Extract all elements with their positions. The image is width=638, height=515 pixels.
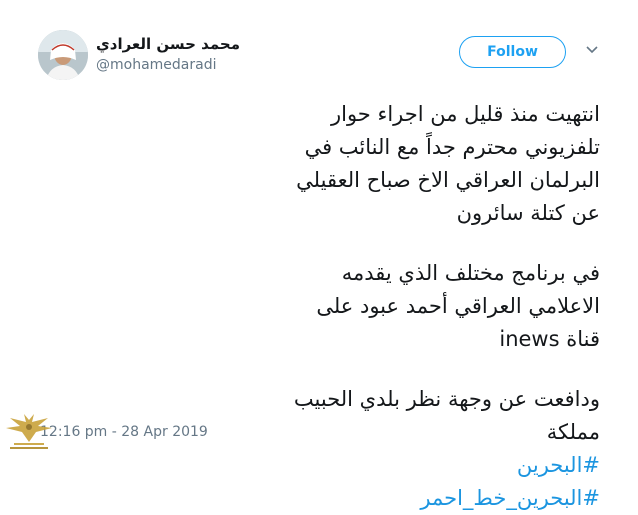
tweet-paragraph: انتهيت منذ قليل من اجراء حوار تلفزيوني م…	[296, 102, 600, 225]
chevron-down-icon[interactable]	[584, 42, 600, 58]
tweet-timestamp[interactable]: 12:16 pm - 28 Apr 2019	[40, 424, 208, 440]
author-handle[interactable]: @mohamedaradi	[96, 57, 216, 73]
tweet-paragraph: في برنامج مختلف الذي يقدمه الاعلامي العر…	[316, 261, 600, 351]
author-name[interactable]: محمد حسن العرادي	[96, 35, 296, 53]
tweet-paragraph: ودافعت عن وجهة نظر بلدي الحبيب مملكة	[293, 387, 600, 444]
tweet-text: انتهيت منذ قليل من اجراء حوار تلفزيوني م…	[290, 98, 600, 515]
hashtag-link[interactable]: #البحرين_خط_احمر	[290, 482, 600, 515]
hashtag-link[interactable]: #البحرين	[290, 449, 600, 482]
avatar[interactable]	[38, 30, 88, 80]
eagle-logo-icon	[4, 412, 54, 452]
follow-button[interactable]: Follow	[459, 36, 566, 68]
